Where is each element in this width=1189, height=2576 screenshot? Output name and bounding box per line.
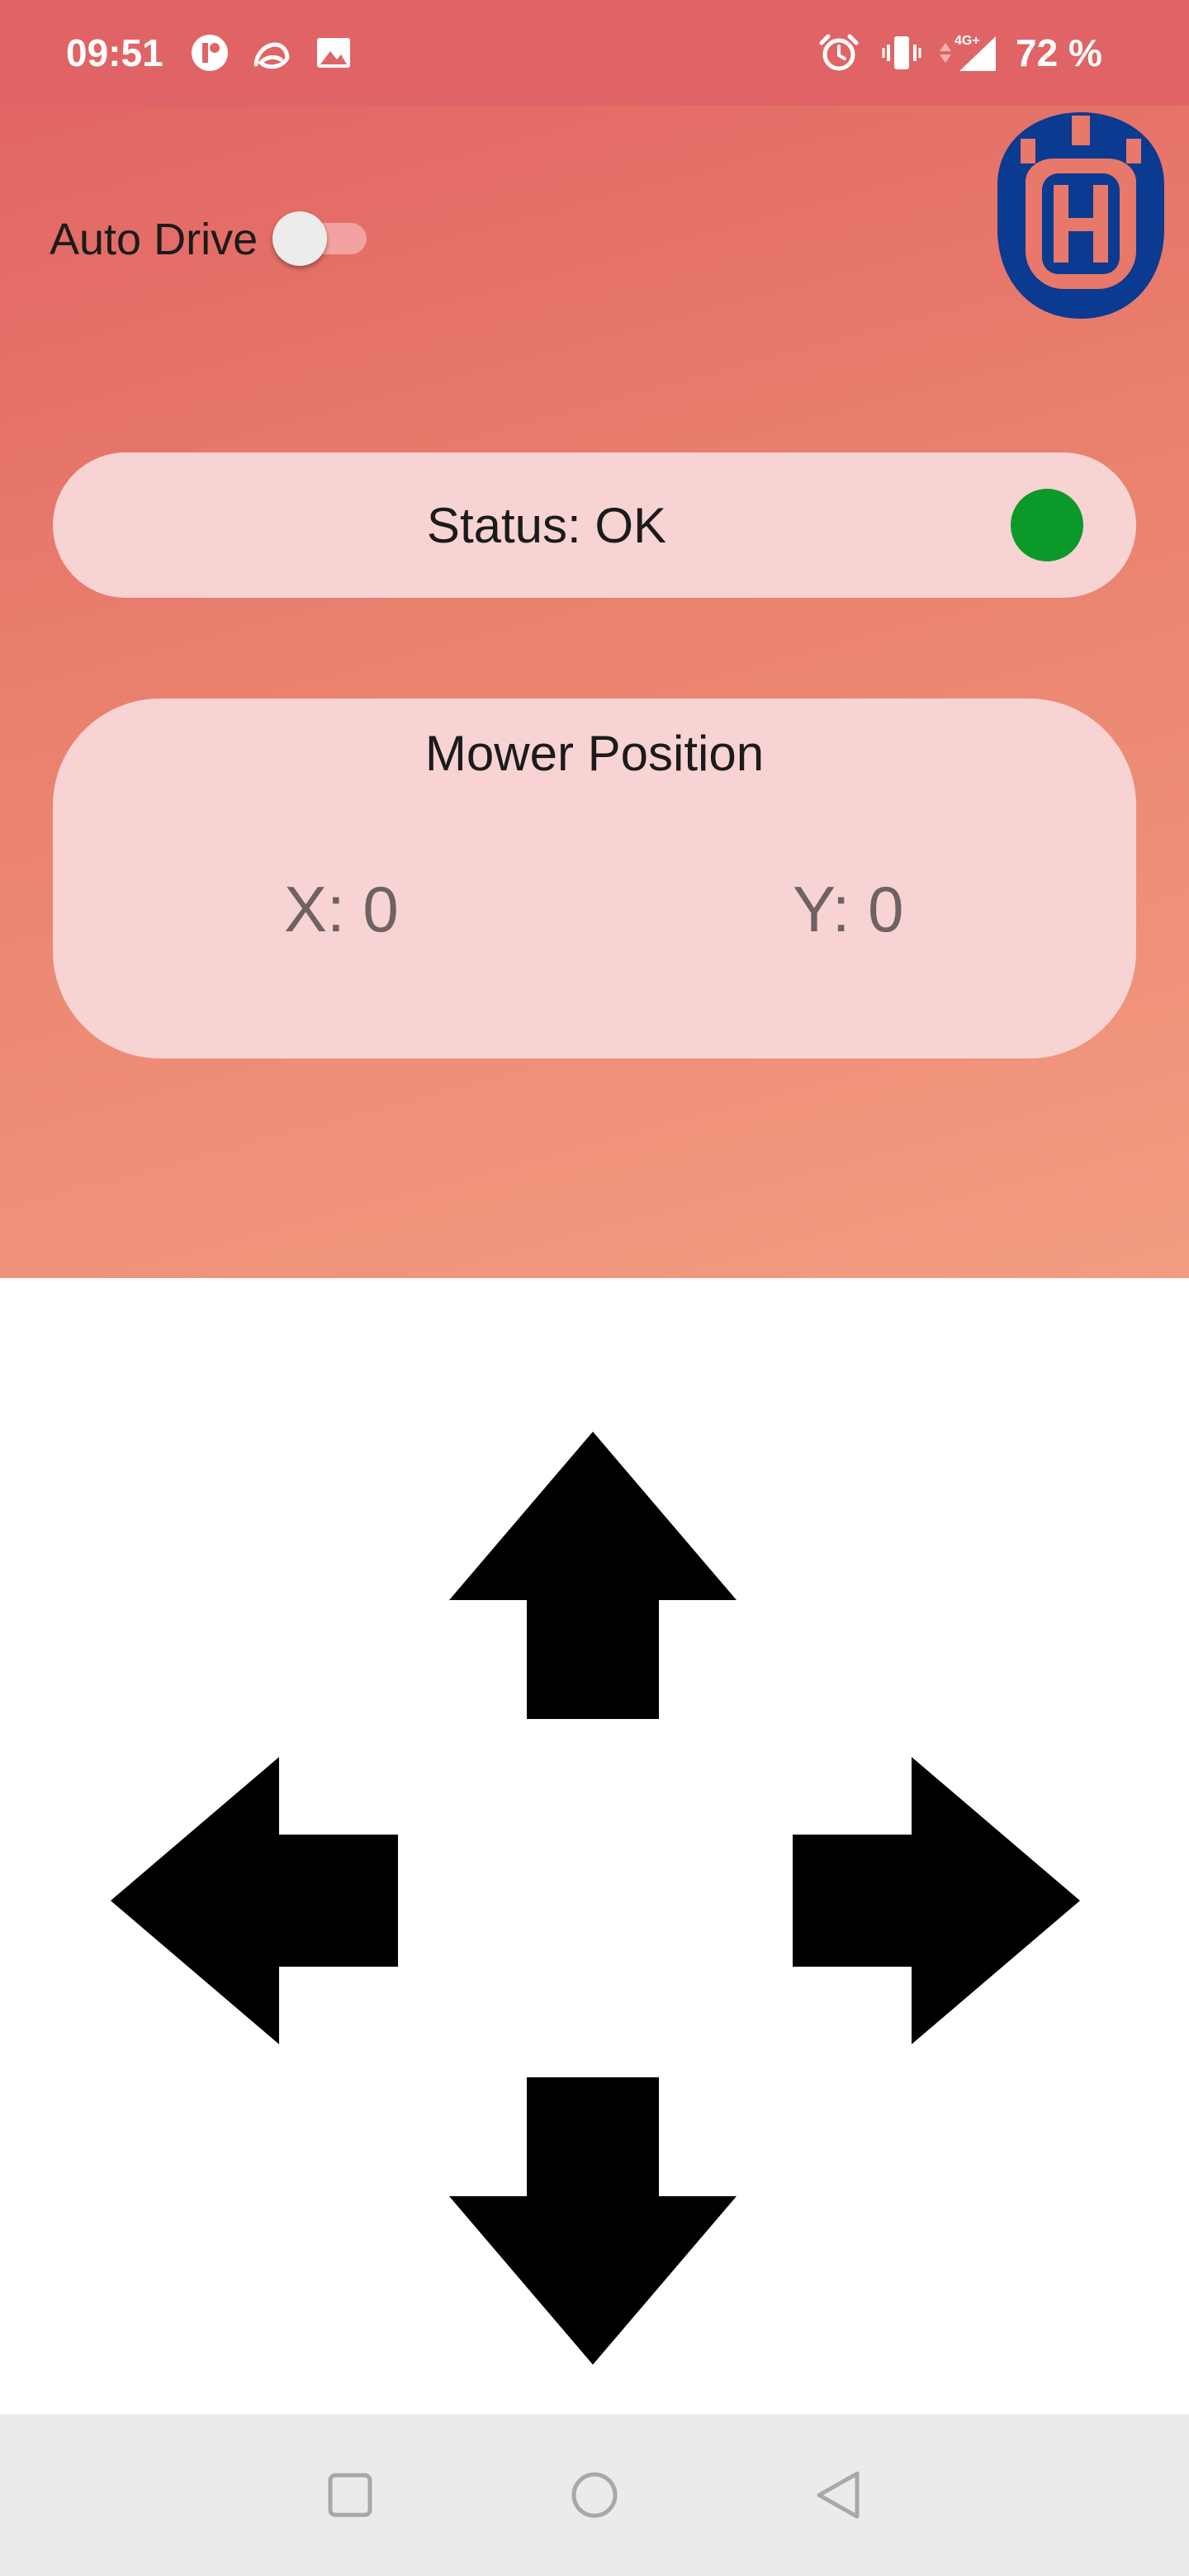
auto-drive-label: Auto Drive xyxy=(50,215,258,264)
gallery-icon xyxy=(312,31,355,74)
back-button[interactable] xyxy=(809,2465,869,2525)
battery-percentage: 72 % xyxy=(1016,31,1102,74)
toggle-thumb xyxy=(272,211,327,266)
status-indicator xyxy=(1011,489,1083,561)
arrow-left-icon xyxy=(111,1757,398,2044)
mower-position-title: Mower Position xyxy=(424,726,765,781)
position-y-value: Y: 0 xyxy=(793,873,904,945)
arrow-down-icon xyxy=(449,2077,737,2365)
status-bar-time: 09:51 xyxy=(66,31,163,74)
move-down-button[interactable] xyxy=(446,2074,740,2368)
navigation-bar xyxy=(0,2414,1189,2576)
arrow-up-icon xyxy=(449,1432,737,1719)
status-card: Status: OK xyxy=(53,452,1136,598)
move-left-button[interactable] xyxy=(107,1754,401,2048)
move-right-button[interactable] xyxy=(789,1754,1083,2048)
husqvarna-logo xyxy=(988,106,1174,325)
recents-button[interactable] xyxy=(320,2465,380,2525)
notification-app-icon xyxy=(188,31,231,74)
arrow-right-icon xyxy=(793,1757,1080,2044)
vibrate-icon xyxy=(880,31,923,74)
recents-icon xyxy=(328,2473,372,2517)
position-x-value: X: 0 xyxy=(284,873,399,945)
auto-drive-toggle[interactable] xyxy=(272,211,372,266)
home-icon xyxy=(571,2472,618,2518)
status-bar: 09:51 4G+ 72 % xyxy=(0,0,1189,106)
home-button[interactable] xyxy=(565,2465,624,2525)
move-up-button[interactable] xyxy=(446,1428,740,1722)
edge-app-icon xyxy=(249,31,292,74)
status-text: Status: OK xyxy=(426,498,667,553)
back-icon xyxy=(817,2471,860,2519)
network-type-label: 4G+ xyxy=(955,34,980,48)
signal-icon: 4G+ xyxy=(953,31,997,74)
alarm-icon xyxy=(817,31,860,74)
mower-position-card: Mower Position X: 0 Y: 0 xyxy=(53,698,1136,1058)
